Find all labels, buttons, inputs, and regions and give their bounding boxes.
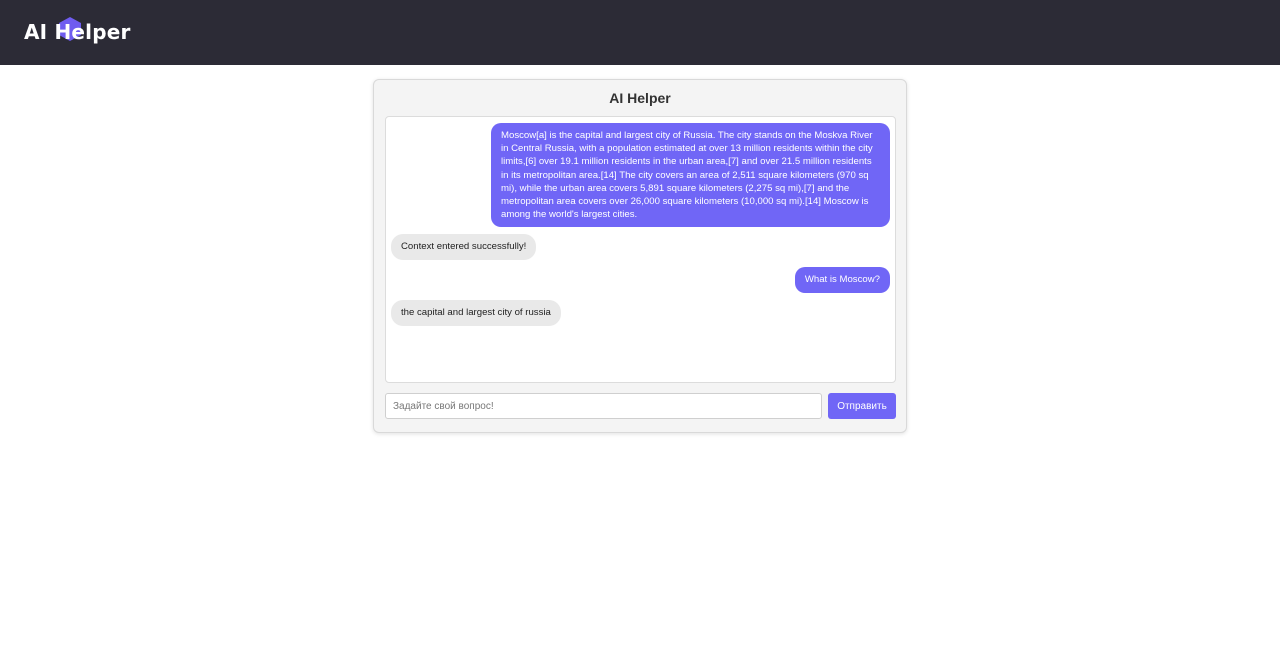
bot-message: Context entered successfully! xyxy=(391,234,537,260)
chat-history[interactable]: Moscow[a] is the capital and largest cit… xyxy=(385,116,896,383)
bot-message: the capital and largest city of russia xyxy=(391,300,561,326)
user-message: Moscow[a] is the capital and largest cit… xyxy=(491,123,890,227)
card-title: AI Helper xyxy=(609,90,671,106)
send-button[interactable]: Отправить xyxy=(828,393,896,419)
chat-card: AI Helper Moscow[a] is the capital and l… xyxy=(373,79,907,433)
user-message: What is Moscow? xyxy=(794,267,890,293)
question-input[interactable] xyxy=(385,393,822,419)
top-navbar: AI Helper xyxy=(0,0,1280,65)
app-logo[interactable]: AI Helper xyxy=(24,17,131,47)
logo-text: AI Helper xyxy=(24,20,131,44)
